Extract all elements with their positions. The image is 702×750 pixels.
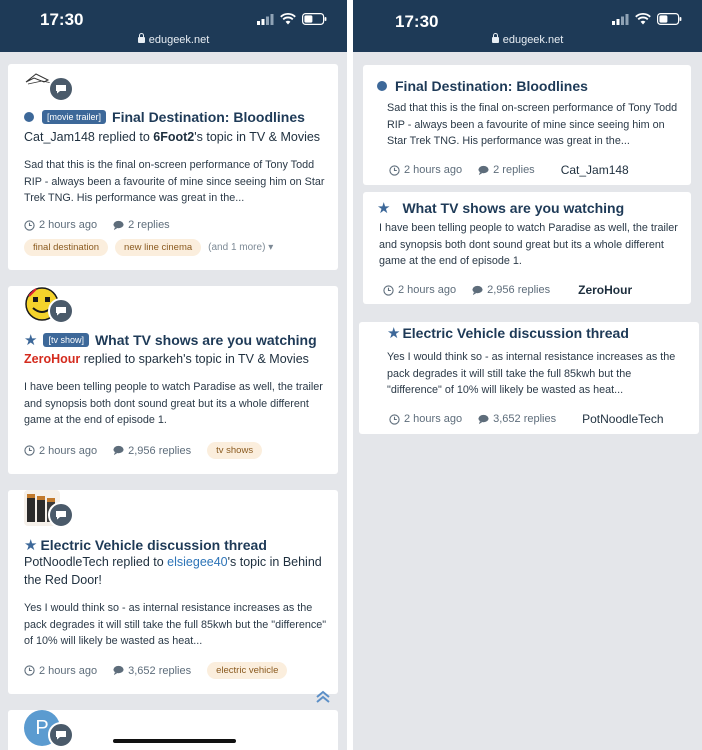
tag[interactable]: new line cinema [115, 239, 202, 256]
post-time: 2 hours ago [404, 413, 463, 425]
unread-indicator [377, 81, 387, 91]
battery-icon [302, 13, 327, 25]
tag[interactable]: final destination [24, 239, 109, 256]
author-name[interactable]: Cat_Jam148 [24, 130, 95, 144]
post-time: 2 hours ago [398, 284, 457, 296]
post-excerpt: Yes I would think so - as internal resis… [24, 602, 327, 648]
post-time: 2 hours ago [404, 164, 463, 176]
author-name[interactable]: PotNoodleTech [24, 555, 109, 569]
activity-card[interactable]: ★ Electric Vehicle discussion thread Pot… [8, 490, 338, 694]
star-icon: ★ [377, 199, 391, 217]
scroll-top-icon[interactable] [315, 690, 331, 704]
topic-byline: PotNoodleTech replied to elsiegee40's to… [24, 555, 322, 587]
chat-bubble-icon [48, 298, 74, 324]
post-excerpt: I have been telling people to watch Para… [24, 381, 323, 427]
status-time: 17:30 [40, 10, 84, 29]
star-icon: ★ [387, 324, 401, 342]
comment-icon [113, 445, 124, 456]
topic-prefix[interactable]: [tv show] [43, 333, 89, 347]
topic-title[interactable]: Final Destination: Bloodlines [395, 78, 588, 94]
topic-title[interactable]: What TV shows are you watching [402, 200, 624, 216]
author-name[interactable]: Cat_Jam148 [561, 163, 629, 177]
comment-icon [113, 220, 124, 230]
reply-count: 2 replies [128, 219, 170, 231]
post-excerpt: Sad that this is the final on-screen per… [387, 102, 678, 148]
post-time: 2 hours ago [39, 444, 98, 457]
comment-icon [478, 165, 489, 175]
wifi-icon [280, 13, 296, 25]
topic-title[interactable]: Final Destination: Bloodlines [112, 109, 305, 125]
topic-prefix[interactable]: [movie trailer] [42, 110, 107, 124]
comment-icon [113, 665, 124, 676]
chat-bubble-icon [48, 76, 74, 102]
chat-bubble-icon [48, 502, 74, 528]
post-excerpt: Sad that this is the final on-screen per… [24, 159, 325, 205]
url-bar[interactable]: edugeek.net [0, 33, 347, 46]
comment-icon [472, 285, 483, 295]
topic-title[interactable]: Electric Vehicle discussion thread [402, 325, 628, 341]
signal-icon [257, 13, 274, 25]
activity-card[interactable]: [movie trailer] Final Destination: Blood… [8, 64, 338, 270]
wifi-icon [635, 13, 651, 25]
activity-card[interactable]: ★ [tv show] What TV shows are you watchi… [8, 286, 338, 474]
post-excerpt: Yes I would think so - as internal resis… [387, 351, 676, 397]
star-icon: ★ [24, 536, 38, 554]
left-screenshot: 17:30 edugeek.net [movie trailer] Final … [0, 0, 347, 750]
lock-icon [491, 33, 499, 43]
chat-bubble-icon [48, 722, 74, 748]
reply-count: 2,956 replies [128, 444, 192, 457]
battery-icon [657, 13, 682, 25]
reply-count: 3,652 replies [128, 664, 192, 677]
topic-starter[interactable]: 6Foot2 [153, 130, 194, 144]
clock-icon [383, 284, 394, 296]
clock-icon [24, 665, 35, 676]
status-bar: 17:30 edugeek.net [0, 0, 347, 52]
lock-icon [137, 33, 145, 43]
clock-icon [24, 445, 35, 456]
activity-card[interactable]: P [8, 710, 338, 750]
tag[interactable]: electric vehicle [207, 662, 288, 679]
topic-byline: Cat_Jam148 replied to 6Foot2's topic in … [24, 130, 321, 144]
clock-icon [389, 413, 400, 425]
author-name[interactable]: ZeroHour [24, 352, 80, 366]
star-icon: ★ [24, 331, 38, 349]
activity-card[interactable]: ★ What TV shows are you watching I have … [363, 192, 691, 304]
post-time: 2 hours ago [39, 219, 98, 231]
more-tags[interactable]: (and 1 more) ▾ [208, 242, 273, 253]
status-bar: 17:30 edugeek.net [353, 0, 702, 52]
comment-icon [478, 414, 489, 424]
topic-title[interactable]: Electric Vehicle discussion thread [40, 537, 266, 553]
unread-indicator [24, 112, 34, 122]
signal-icon [612, 13, 629, 25]
reply-count: 2 replies [493, 164, 535, 176]
topic-title[interactable]: What TV shows are you watching [95, 332, 317, 348]
url-bar[interactable]: edugeek.net [353, 33, 702, 46]
tag[interactable]: tv shows [207, 442, 263, 459]
status-time: 17:30 [395, 12, 439, 31]
clock-icon [24, 219, 35, 231]
author-name[interactable]: PotNoodleTech [582, 412, 663, 426]
chevron-down-icon: ▾ [268, 242, 274, 253]
topic-starter[interactable]: elsiegee40 [167, 555, 227, 569]
activity-card[interactable]: ★ Electric Vehicle discussion thread Yes… [359, 322, 699, 434]
author-name[interactable]: ZeroHour [578, 283, 632, 297]
reply-count: 3,652 replies [493, 413, 557, 425]
right-screenshot: 17:30 edugeek.net Final Destination: Blo… [353, 0, 702, 750]
clock-icon [389, 164, 400, 176]
post-excerpt: I have been telling people to watch Para… [379, 222, 678, 268]
reply-count: 2,956 replies [487, 284, 551, 296]
home-indicator[interactable] [113, 739, 236, 743]
activity-card[interactable]: Final Destination: Bloodlines Sad that t… [363, 65, 691, 185]
topic-byline: ZeroHour replied to sparkeh's topic in T… [24, 352, 309, 366]
post-time: 2 hours ago [39, 664, 98, 677]
